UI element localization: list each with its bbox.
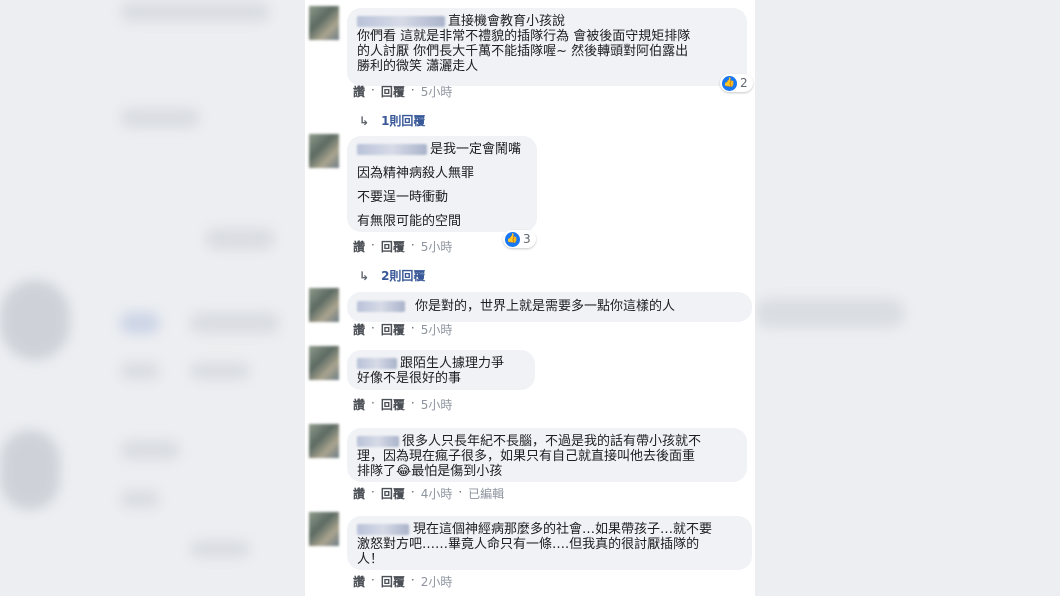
comment-actions: 讚 · 回覆 · 5小時 (353, 83, 453, 100)
comment-actions: 讚 · 回覆 · 5小時 (353, 396, 453, 413)
reaction-count-badge[interactable]: 👍 3 (503, 230, 536, 248)
edited-label[interactable]: 已編輯 (468, 485, 504, 502)
comment-actions: 讚 · 回覆 · 5小時 (353, 321, 453, 338)
like-button[interactable]: 讚 (353, 573, 365, 590)
comment-actions: 讚 · 回覆 · 2小時 (353, 573, 453, 590)
avatar[interactable] (309, 424, 339, 458)
comment-text-line: 的人討厭 你們長大千萬不能插隊喔~ 然後轉頭對阿伯露出 (357, 44, 689, 59)
comment-text-line: 勝利的微笑 瀟灑走人 (357, 59, 479, 74)
blurred-background-left (0, 0, 305, 596)
blurred-author-name[interactable] (357, 16, 445, 27)
blurred-author-name[interactable] (357, 436, 399, 447)
reply-arrow-icon: ↳ (359, 268, 370, 283)
avatar[interactable] (309, 134, 339, 168)
comment-text-line: 好像不是很好的事 (357, 371, 462, 386)
comment-text-line: 是我一定會鬧嘴 (430, 142, 522, 157)
comment-bubble: 直接機會教育小孩說 你們看 這就是非常不禮貌的插隊行為 會被後面守規矩排隊 的人… (347, 8, 747, 86)
comment-text-line: 人！ (357, 552, 384, 567)
avatar[interactable] (309, 346, 339, 380)
comment-text-line: 現在這個神經病那麼多的社會…如果帶孩子…就不要 (413, 522, 713, 537)
timestamp[interactable]: 5小時 (421, 396, 453, 413)
blurred-author-name[interactable] (357, 358, 397, 369)
comment-bubble: 跟陌生人據理力爭 好像不是很好的事 (347, 350, 535, 390)
blurred-background-right (755, 0, 1060, 596)
reply-arrow-icon: ↳ (359, 113, 370, 128)
reply-button[interactable]: 回覆 (381, 238, 405, 255)
timestamp[interactable]: 5小時 (421, 83, 453, 100)
reply-button[interactable]: 回覆 (381, 83, 405, 100)
blurred-author-name[interactable] (357, 301, 405, 312)
view-replies-link[interactable]: ↳ 2則回覆 (359, 267, 425, 284)
avatar[interactable] (309, 6, 339, 40)
reaction-count: 3 (523, 232, 531, 246)
reply-button[interactable]: 回覆 (381, 321, 405, 338)
timestamp[interactable]: 4小時 (421, 485, 453, 502)
reply-button[interactable]: 回覆 (381, 573, 405, 590)
comment-text-line: 激怒對方吧……畢竟人命只有一條….但我真的很討厭插隊的 (357, 537, 700, 552)
comment-text-line: 你是對的，世界上就是需要多一點你這樣的人 (415, 299, 676, 314)
comment-text-line: 直接機會教育小孩說 (448, 14, 566, 29)
comment-text-line: 理，因為現在瘋子很多，如果只有自己就直接叫他去後面重 (357, 449, 696, 464)
like-button[interactable]: 讚 (353, 83, 365, 100)
reply-button[interactable]: 回覆 (381, 485, 405, 502)
timestamp[interactable]: 5小時 (421, 321, 453, 338)
timestamp[interactable]: 5小時 (421, 238, 453, 255)
comment-text-line: 很多人只長年紀不長腦，不過是我的話有帶小孩就不 (402, 434, 702, 449)
comment-bubble: 你是對的，世界上就是需要多一點你這樣的人 (347, 292, 752, 322)
view-replies-link[interactable]: ↳ 1則回覆 (359, 112, 425, 129)
reaction-count-badge[interactable]: 👍 2 (720, 74, 753, 92)
comment-bubble: 很多人只長年紀不長腦，不過是我的話有帶小孩就不 理，因為現在瘋子很多，如果只有自… (347, 428, 747, 482)
comment-text-line: 你們看 這就是非常不禮貌的插隊行為 會被後面守規矩排隊 (357, 29, 691, 44)
reply-button[interactable]: 回覆 (381, 396, 405, 413)
comment-text-line: 排隊了😂最怕是傷到小孩 (357, 464, 503, 479)
comment-text-line: 因為精神病殺人無罪 (357, 166, 475, 181)
blurred-author-name[interactable] (357, 524, 409, 535)
replies-label: 2則回覆 (381, 269, 426, 283)
comment-text-line: 有無限可能的空間 (357, 214, 462, 229)
thumbs-up-icon: 👍 (505, 231, 520, 247)
like-button[interactable]: 讚 (353, 238, 365, 255)
comment-actions: 讚 · 回覆 · 5小時 (353, 238, 453, 255)
like-button[interactable]: 讚 (353, 321, 365, 338)
like-button[interactable]: 讚 (353, 396, 365, 413)
comment-bubble: 現在這個神經病那麼多的社會…如果帶孩子…就不要 激怒對方吧……畢竟人命只有一條…… (347, 516, 752, 570)
comment-text-line: 不要逞一時衝動 (357, 190, 449, 205)
reaction-count: 2 (740, 76, 748, 90)
like-button[interactable]: 讚 (353, 485, 365, 502)
replies-label: 1則回覆 (381, 114, 426, 128)
thumbs-up-icon: 👍 (722, 75, 737, 91)
comment-actions: 讚 · 回覆 · 4小時 · 已編輯 (353, 485, 505, 502)
avatar[interactable] (309, 288, 339, 322)
avatar[interactable] (309, 512, 339, 546)
comment-text-line: 跟陌生人據理力爭 (400, 356, 505, 371)
comment-bubble: 是我一定會鬧嘴 因為精神病殺人無罪 不要逞一時衝動 有無限可能的空間 (347, 136, 537, 232)
comment-feed: 直接機會教育小孩說 你們看 這就是非常不禮貌的插隊行為 會被後面守規矩排隊 的人… (305, 0, 755, 596)
timestamp[interactable]: 2小時 (421, 573, 453, 590)
blurred-author-name[interactable] (357, 144, 427, 155)
